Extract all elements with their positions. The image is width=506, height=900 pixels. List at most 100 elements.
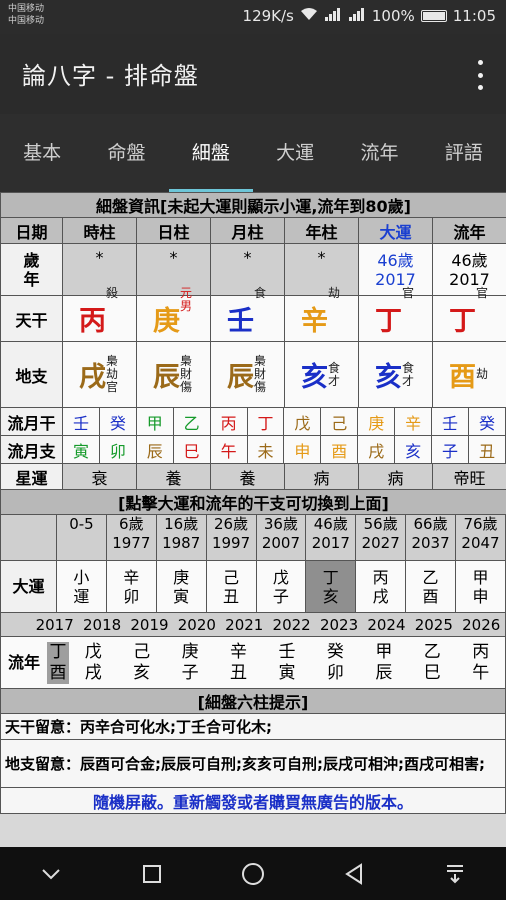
dayun-age: 16歲 bbox=[164, 515, 199, 533]
liunian-pillar[interactable]: 辛丑 bbox=[214, 642, 262, 684]
age-label: 歲 年 bbox=[0, 243, 63, 296]
liunian-year: 2024 bbox=[367, 615, 406, 634]
recents-square-icon[interactable] bbox=[132, 854, 172, 894]
col-liunian: 流年 bbox=[432, 217, 506, 244]
liunian-pillar[interactable]: 戊戌 bbox=[69, 642, 117, 684]
overflow-menu-icon[interactable] bbox=[472, 60, 488, 90]
dayun-gan: 小 bbox=[73, 567, 90, 587]
home-circle-icon[interactable] bbox=[233, 854, 273, 894]
age-year: * bbox=[284, 243, 359, 296]
liunian-gan: 戊 bbox=[84, 641, 102, 662]
liuyue_zhi-cell: 卯 bbox=[98, 435, 137, 464]
age-month: * bbox=[210, 243, 285, 296]
dizhi-cell: 亥食才 bbox=[284, 341, 359, 408]
liunian-pillar[interactable]: 丁酉 bbox=[47, 641, 69, 684]
liunian-zhi: 巳 bbox=[423, 662, 441, 683]
liuyue_gan-cell: 乙 bbox=[172, 407, 211, 436]
liunian-year: 2017 bbox=[35, 615, 74, 634]
liuyue_gan-cell: 丙 bbox=[209, 407, 248, 436]
tiangan-char: 壬 bbox=[227, 306, 254, 337]
tiangan-cell: 壬食 bbox=[210, 287, 285, 342]
tab-detail[interactable]: 細盤 bbox=[168, 114, 254, 192]
liunian-pillar[interactable]: 甲辰 bbox=[360, 642, 408, 684]
dayun-year: 1977 bbox=[112, 534, 151, 552]
dizhi-label: 地支 bbox=[0, 341, 63, 408]
ad-note[interactable]: 隨機屏蔽。重新觸發或者購買無廣告的版本。 bbox=[0, 787, 506, 814]
back-triangle-icon[interactable] bbox=[334, 854, 374, 894]
notification-pull-icon[interactable] bbox=[435, 854, 475, 894]
liuyue_gan-cell: 庚 bbox=[357, 407, 396, 436]
detail-content[interactable]: 細盤資訊[未起大運則顯示小運,流年到80歲] 日期 時柱 日柱 月柱 年柱 大運… bbox=[0, 192, 506, 847]
tiangan-cell: 丁官 bbox=[432, 287, 506, 342]
dayun-table: 0-5 6歲 1977 16歲 1987 26歲 1997 36歲 2007 46歲 2017 56歲… bbox=[0, 514, 506, 689]
dayun-age-cell: 36歲 2007 bbox=[255, 514, 307, 561]
liunian-pillar[interactable]: 丙午 bbox=[457, 642, 505, 684]
dayun-gan: 甲 bbox=[472, 567, 489, 587]
dizhi-note: 辰酉可合金;辰辰可自刑;亥亥可自刑;辰戌可相沖;酉戌可相害; bbox=[80, 754, 486, 773]
xingyun-cell: 養 bbox=[136, 463, 211, 490]
tiangan-char: 丁 bbox=[375, 306, 402, 337]
dizhi-note: 梟財傷 bbox=[254, 354, 267, 394]
dayun-age: 6歲 bbox=[119, 515, 144, 533]
xingyun-table: 星運 衰養養病病帝旺 [點擊大運和流年的干支可切換到上面] bbox=[0, 463, 506, 515]
dayun-pillar[interactable]: 丁亥 bbox=[305, 560, 357, 613]
dayun-age: 56歲 bbox=[363, 515, 398, 533]
liuyue_zhi-cell: 辰 bbox=[135, 435, 174, 464]
xingyun-cell: 病 bbox=[284, 463, 359, 490]
dayun-pillar[interactable]: 庚寅 bbox=[155, 560, 207, 613]
dayun-zhi: 戌 bbox=[372, 586, 389, 606]
liuyue_zhi-cell: 寅 bbox=[62, 435, 100, 464]
dayun-zhi: 酉 bbox=[422, 586, 439, 606]
tab-dayun[interactable]: 大運 bbox=[253, 114, 337, 192]
dayun-pillar[interactable]: 辛卯 bbox=[105, 560, 157, 613]
tab-basic[interactable]: 基本 bbox=[0, 114, 84, 192]
dayun-pillar[interactable]: 小運 bbox=[56, 560, 107, 613]
tab-liunian[interactable]: 流年 bbox=[337, 114, 421, 192]
dizhi-note-label: 地支留意： bbox=[5, 754, 81, 773]
network-speed: 129K/s bbox=[242, 7, 294, 25]
hint-header: [細盤六柱提示] bbox=[0, 688, 506, 714]
tiangan-note: 殺 bbox=[106, 286, 119, 300]
col-day: 日柱 bbox=[136, 217, 211, 244]
liunian-zhi: 丑 bbox=[230, 662, 248, 683]
dayun-year: 2027 bbox=[361, 534, 400, 552]
dayun-pillar[interactable]: 戊子 bbox=[255, 560, 307, 613]
dizhi-char: 辰 bbox=[153, 362, 180, 393]
dayun-pillar[interactable]: 甲申 bbox=[455, 560, 506, 613]
dayun-year: 2047 bbox=[461, 534, 500, 552]
detail-header: 細盤資訊[未起大運則顯示小運,流年到80歲] bbox=[0, 192, 506, 218]
age-day: * bbox=[136, 243, 211, 296]
dayun-zhi: 申 bbox=[472, 586, 489, 606]
liunian-pillar[interactable]: 庚子 bbox=[166, 642, 214, 684]
dayun-pillar[interactable]: 己丑 bbox=[205, 560, 257, 613]
dizhi-char: 亥 bbox=[375, 362, 402, 393]
dayun-label: 大運 bbox=[0, 560, 57, 613]
liuyue_gan-cell: 己 bbox=[320, 407, 359, 436]
liunian-pillar[interactable]: 乙巳 bbox=[408, 642, 456, 684]
liunian-pillar[interactable]: 癸卯 bbox=[311, 642, 359, 684]
tiangan-cell: 丙殺 bbox=[62, 287, 137, 342]
liunian-pillar[interactable]: 壬寅 bbox=[263, 642, 311, 684]
dayun-age-cell: 56歲 2027 bbox=[355, 514, 407, 561]
liunian-gan: 己 bbox=[133, 641, 151, 662]
tiangan-cell: 丁官 bbox=[358, 287, 433, 342]
dayun-pillar[interactable]: 丙戌 bbox=[355, 560, 407, 613]
tab-chart[interactable]: 命盤 bbox=[84, 114, 168, 192]
liunian-pillar[interactable]: 己亥 bbox=[117, 642, 165, 684]
liuyue_zhi-cell: 亥 bbox=[394, 435, 433, 464]
dayun-gan: 辛 bbox=[123, 567, 140, 587]
dayun-year: 2017 bbox=[375, 269, 416, 289]
tiangan-note: 劫 bbox=[328, 286, 341, 300]
chevron-down-icon[interactable] bbox=[31, 854, 71, 894]
tiangan-char: 庚 bbox=[153, 306, 180, 337]
tab-comments[interactable]: 評語 bbox=[422, 114, 506, 192]
signal-icon-1 bbox=[324, 7, 342, 25]
dizhi-cell: 亥食才 bbox=[358, 341, 433, 408]
liunian-gan: 壬 bbox=[278, 641, 296, 662]
liuyue_zhi-cell: 未 bbox=[246, 435, 285, 464]
dizhi-note: 食才 bbox=[328, 360, 341, 388]
liunian-year: 2019 bbox=[130, 615, 169, 634]
dayun-pillar[interactable]: 乙酉 bbox=[405, 560, 456, 613]
liunian-year: 2023 bbox=[319, 615, 359, 634]
dayun-year: 2007 bbox=[261, 534, 301, 552]
